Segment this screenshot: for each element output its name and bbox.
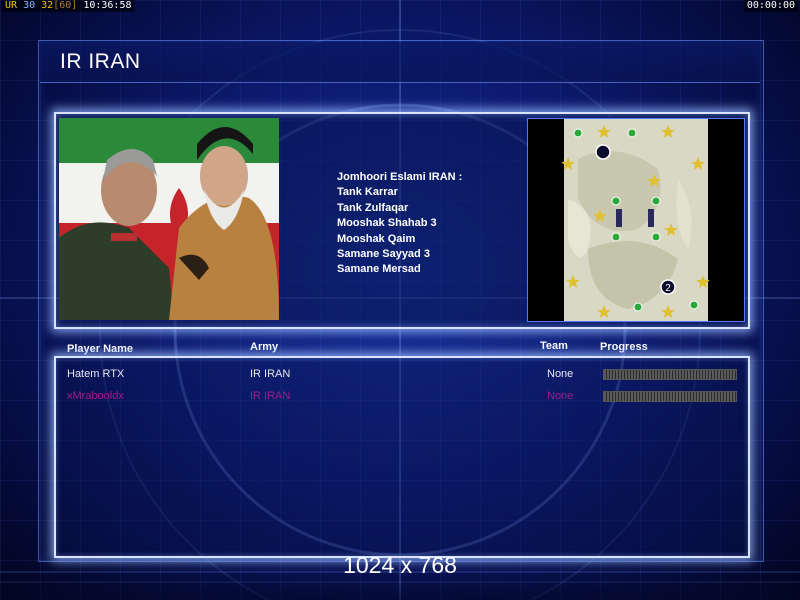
column-header-team: Team: [540, 340, 568, 352]
status-frames: 32: [41, 0, 54, 11]
army-unit-item: Tank Karrar: [337, 186, 398, 199]
column-header-player-name: Player Name: [67, 343, 134, 355]
player-army: IR IRAN: [250, 368, 291, 380]
resolution-label: 1024 x 768: [343, 552, 457, 578]
player-progress-fill: [604, 370, 736, 379]
player-progress-bar: [603, 391, 737, 402]
status-bar-left: UR 30 32[60] 10:36:58: [2, 0, 135, 12]
column-header-progress: Progress: [600, 341, 648, 353]
player-row: xMrabooldx IR IRAN None: [0, 388, 800, 404]
player-army: IR IRAN: [250, 390, 291, 402]
players-panel: [54, 356, 750, 558]
status-fps: 30: [23, 0, 36, 11]
army-faction-name: Jomhoori Eslami IRAN :: [337, 171, 463, 183]
player-name: Hatem RTX: [67, 368, 125, 380]
player-row: Hatem RTX IR IRAN None: [0, 366, 800, 382]
player-team: None: [547, 390, 574, 402]
status-ur: UR: [5, 0, 18, 11]
army-unit-item: Tank Zulfaqar: [337, 201, 409, 214]
minimap-player-marker: 2: [665, 283, 671, 294]
player-progress-bar: [603, 369, 737, 380]
player-progress-fill: [604, 392, 736, 401]
column-header-army: Army: [250, 341, 279, 353]
army-unit-list: Jomhoori Eslami IRAN : Tank Karrar Tank …: [337, 170, 462, 278]
player-team: None: [547, 368, 574, 380]
status-frame-cap: [60]: [53, 0, 78, 11]
status-clock: 10:36:58: [83, 0, 132, 11]
title-bar: [40, 42, 760, 83]
army-portrait-image: [59, 118, 279, 320]
map-preview: 2: [527, 118, 745, 322]
page-title: IR IRAN: [60, 50, 141, 73]
army-unit-item: Samane Mersad: [337, 263, 421, 276]
player-name: xMrabooldx: [67, 390, 124, 402]
army-unit-item: Mooshak Shahab 3: [337, 217, 437, 230]
army-unit-item: Samane Sayyad 3: [337, 248, 430, 261]
status-timer: 00:00:00: [743, 0, 798, 12]
army-unit-item: Mooshak Qaim: [337, 232, 416, 245]
